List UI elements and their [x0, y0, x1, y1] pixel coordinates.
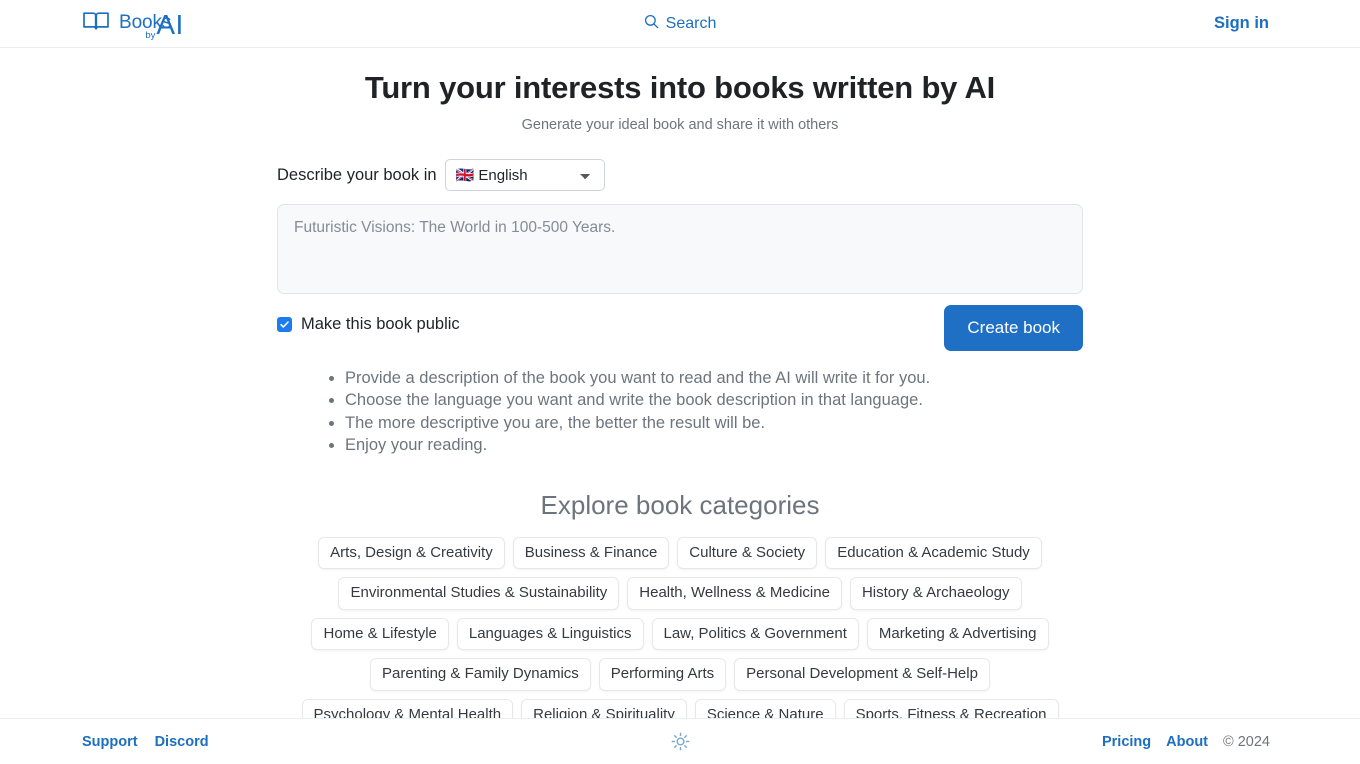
site-header: Books by AI Search Sign in [0, 0, 1360, 48]
category-pill[interactable]: Law, Politics & Government [651, 617, 859, 651]
category-pill[interactable]: Psychology & Mental Health [301, 698, 514, 718]
category-pill[interactable]: Religion & Spirituality [521, 698, 687, 718]
category-pill[interactable]: Personal Development & Self-Help [734, 658, 990, 691]
category-pill[interactable]: Parenting & Family Dynamics [370, 658, 591, 691]
copyright-text: © 2024 [1223, 733, 1270, 750]
search-link-label: Search [665, 14, 717, 32]
tip-item: Choose the language you want and write t… [345, 389, 1083, 412]
language-label: Describe your book in [277, 165, 437, 184]
search-icon [644, 14, 659, 34]
categories-heading: Explore book categories [540, 489, 820, 520]
category-pill[interactable]: History & Archaeology [849, 577, 1022, 610]
language-row: Describe your book in 🇬🇧 English [277, 159, 1083, 191]
content-container: Turn your interests into books written b… [120, 70, 1240, 718]
footer-link-discord[interactable]: Discord [155, 734, 209, 750]
site-footer: Support Discord Pricing About © 2024 [0, 718, 1360, 764]
category-pill[interactable]: Home & Lifestyle [311, 617, 449, 651]
create-book-button[interactable]: Create book [944, 305, 1083, 351]
category-pill[interactable]: Performing Arts [598, 658, 727, 691]
category-pill[interactable]: Education & Academic Study [825, 536, 1042, 570]
footer-left-links: Support Discord [82, 734, 209, 750]
book-creation-form: Describe your book in 🇬🇧 English Make t [277, 159, 1083, 351]
sun-icon[interactable] [671, 732, 690, 751]
footer-link-about[interactable]: About [1166, 734, 1208, 750]
category-pill[interactable]: Arts, Design & Creativity [318, 536, 505, 570]
category-pill[interactable]: Marketing & Advertising [866, 617, 1049, 651]
tip-item: Provide a description of the book you wa… [345, 367, 1083, 390]
page-subtitle: Generate your ideal book and share it wi… [521, 117, 839, 133]
category-pill[interactable]: Business & Finance [512, 536, 670, 570]
brand-logo[interactable]: Books by AI [82, 8, 184, 41]
category-pill[interactable]: Culture & Society [677, 536, 818, 570]
form-controls-row: Make this book public Create book [277, 305, 1083, 351]
page-root: Books by AI Search Sign in Turn your int… [0, 0, 1360, 764]
tip-item: Enjoy your reading. [345, 434, 1083, 457]
book-description-input[interactable] [277, 204, 1083, 294]
header-right-slot: Sign in [1214, 14, 1269, 33]
footer-link-support[interactable]: Support [82, 734, 138, 750]
category-pill[interactable]: Languages & Linguistics [456, 617, 644, 651]
footer-right-links: Pricing About © 2024 [1102, 734, 1270, 750]
brand-wordmark: Books by AI [119, 8, 184, 41]
brand-by-text: by [145, 29, 156, 41]
make-public-checkbox-wrapper[interactable]: Make this book public [277, 305, 460, 334]
language-select[interactable]: 🇬🇧 English [444, 159, 605, 191]
search-link[interactable]: Search [644, 14, 717, 34]
main-content: Turn your interests into books written b… [0, 48, 1360, 718]
check-icon [280, 321, 289, 328]
sign-in-link[interactable]: Sign in [1214, 14, 1269, 33]
tip-item: The more descriptive you are, the better… [345, 412, 1083, 435]
tips-section: Provide a description of the book you wa… [277, 367, 1083, 457]
tips-list: Provide a description of the book you wa… [327, 367, 1083, 457]
category-pill[interactable]: Science & Nature [694, 698, 836, 718]
category-pill[interactable]: Sports, Fitness & Recreation [843, 698, 1059, 718]
footer-link-pricing[interactable]: Pricing [1102, 734, 1151, 750]
header-center-slot: Search [0, 0, 1360, 47]
make-public-checkbox[interactable] [277, 317, 292, 332]
open-book-icon [82, 10, 110, 37]
brand-ai-text: AI [156, 8, 184, 40]
categories-list: Arts, Design & Creativity Business & Fin… [268, 536, 1092, 718]
category-pill[interactable]: Health, Wellness & Medicine [627, 577, 842, 610]
make-public-label: Make this book public [301, 315, 460, 333]
category-pill[interactable]: Environmental Studies & Sustainability [338, 577, 620, 610]
page-title: Turn your interests into books written b… [364, 70, 996, 105]
